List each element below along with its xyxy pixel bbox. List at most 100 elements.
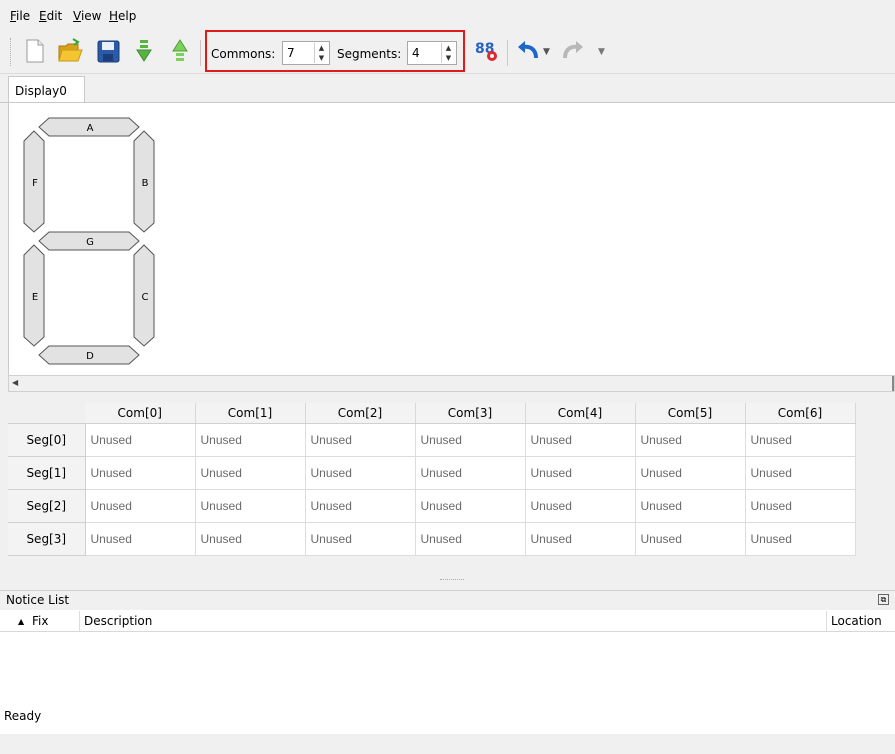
header-row: Com[0] Com[1] Com[2] Com[3] Com[4] Com[5… xyxy=(8,403,856,424)
segment-label-e: E xyxy=(32,292,38,303)
sort-ascending-icon[interactable]: ▲ xyxy=(18,617,24,626)
export-up-icon[interactable] xyxy=(166,37,194,65)
redo-icon[interactable] xyxy=(559,37,587,65)
table-row: Seg[2] Unused Unused Unused Unused Unuse… xyxy=(8,488,856,523)
toolbar-separator xyxy=(507,40,508,66)
table-row: Seg[3] Unused Unused Unused Unused Unuse… xyxy=(8,521,856,556)
display-canvas[interactable]: A B F G C E D xyxy=(8,103,895,375)
undo-icon[interactable] xyxy=(514,37,542,65)
table-cell[interactable]: Unused xyxy=(524,455,636,490)
table-cell[interactable]: Unused xyxy=(84,422,196,457)
segments-label: Segments: xyxy=(337,47,402,61)
table-row: Seg[0] Unused Unused Unused Unused Unuse… xyxy=(8,422,856,457)
notice-list-body[interactable] xyxy=(0,632,895,735)
table-cell[interactable]: Unused xyxy=(194,455,306,490)
table-cell[interactable]: Unused xyxy=(744,521,856,556)
row-header[interactable]: Seg[2] xyxy=(8,489,86,523)
col-header[interactable]: Com[4] xyxy=(525,403,636,424)
column-divider[interactable] xyxy=(826,611,827,631)
table-cell[interactable]: Unused xyxy=(84,488,196,523)
corner-cell[interactable] xyxy=(8,403,85,424)
segment-label-c: C xyxy=(142,292,149,303)
configure-icon[interactable]: 88 xyxy=(473,37,501,65)
new-file-icon[interactable] xyxy=(20,37,48,65)
toolbar-separator xyxy=(200,40,201,66)
segments-value[interactable]: 4 xyxy=(412,46,420,60)
table-cell[interactable]: Unused xyxy=(304,455,416,490)
table-cell[interactable]: Unused xyxy=(84,521,196,556)
table-cell[interactable]: Unused xyxy=(744,455,856,490)
table-cell[interactable]: Unused xyxy=(414,521,526,556)
segment-label-d: D xyxy=(86,351,94,362)
commons-value[interactable]: 7 xyxy=(287,46,295,60)
redo-dropdown-icon[interactable]: ▼ xyxy=(598,47,605,57)
notice-list-title: Notice List xyxy=(6,593,70,607)
col-header[interactable]: Com[1] xyxy=(195,403,306,424)
segment-label-f: F xyxy=(32,178,38,189)
row-header[interactable]: Seg[1] xyxy=(8,456,86,490)
col-header[interactable]: Com[3] xyxy=(415,403,526,424)
menu-view[interactable]: View xyxy=(73,9,101,23)
scroll-left-icon[interactable]: ◀ xyxy=(12,378,18,387)
table-cell[interactable]: Unused xyxy=(304,488,416,523)
table-cell[interactable]: Unused xyxy=(744,422,856,457)
scroll-track-end xyxy=(892,376,894,391)
col-header[interactable]: Com[6] xyxy=(745,403,856,424)
menu-help[interactable]: Help xyxy=(109,9,136,23)
menu-file[interactable]: File xyxy=(10,9,30,23)
segments-spin-arrows[interactable]: ▲ ▼ xyxy=(441,43,455,63)
col-header[interactable]: Com[0] xyxy=(85,403,196,424)
import-down-icon[interactable] xyxy=(130,37,158,65)
segment-grid: Com[0] Com[1] Com[2] Com[3] Com[4] Com[5… xyxy=(0,401,895,582)
col-description[interactable]: Description xyxy=(84,614,152,628)
table-cell[interactable]: Unused xyxy=(84,455,196,490)
notice-list-header xyxy=(0,590,895,610)
table-cell[interactable]: Unused xyxy=(414,455,526,490)
segments-spinbox[interactable]: 4 ▲ ▼ xyxy=(407,41,457,65)
table-cell[interactable]: Unused xyxy=(524,521,636,556)
splitter[interactable] xyxy=(0,393,895,401)
segment-label-b: B xyxy=(142,178,149,189)
table-cell[interactable]: Unused xyxy=(634,488,746,523)
menu-edit[interactable]: Edit xyxy=(39,9,62,23)
toolbar-grip[interactable] xyxy=(10,38,12,66)
col-location[interactable]: Location xyxy=(831,614,882,628)
table-cell[interactable]: Unused xyxy=(304,422,416,457)
table-cell[interactable]: Unused xyxy=(414,488,526,523)
col-fix[interactable]: Fix xyxy=(32,614,48,628)
commons-label: Commons: xyxy=(211,47,276,61)
column-divider[interactable] xyxy=(79,611,80,631)
commons-spinbox[interactable]: 7 ▲ ▼ xyxy=(282,41,330,65)
commons-spin-arrows[interactable]: ▲ ▼ xyxy=(314,43,328,63)
open-folder-icon[interactable] xyxy=(56,37,84,65)
tab-display0[interactable]: Display0 xyxy=(8,76,85,103)
table-cell[interactable]: Unused xyxy=(524,422,636,457)
float-panel-icon[interactable]: ⧉ xyxy=(878,594,889,605)
col-header[interactable]: Com[5] xyxy=(635,403,746,424)
save-icon[interactable] xyxy=(94,37,122,65)
horizontal-scrollbar[interactable]: ◀ xyxy=(8,375,895,392)
table-cell[interactable]: Unused xyxy=(194,488,306,523)
segment-label-g: G xyxy=(86,237,94,248)
mapping-table: Com[0] Com[1] Com[2] Com[3] Com[4] Com[5… xyxy=(8,403,856,556)
table-cell[interactable]: Unused xyxy=(744,488,856,523)
status-text: Ready xyxy=(4,709,42,723)
table-cell[interactable]: Unused xyxy=(414,422,526,457)
undo-dropdown-icon[interactable]: ▼ xyxy=(543,47,550,57)
table-cell[interactable]: Unused xyxy=(194,521,306,556)
seven-segment-display: A B F G C E D xyxy=(23,117,155,365)
row-header[interactable]: Seg[3] xyxy=(8,522,86,556)
table-row: Seg[1] Unused Unused Unused Unused Unuse… xyxy=(8,455,856,490)
row-header[interactable]: Seg[0] xyxy=(8,423,86,457)
splitter-grip[interactable] xyxy=(440,579,464,581)
status-bar xyxy=(0,734,895,754)
table-cell[interactable]: Unused xyxy=(634,422,746,457)
table-cell[interactable]: Unused xyxy=(304,521,416,556)
table-cell[interactable]: Unused xyxy=(634,521,746,556)
segment-label-a: A xyxy=(87,123,94,134)
table-cell[interactable]: Unused xyxy=(524,488,636,523)
table-cell[interactable]: Unused xyxy=(634,455,746,490)
menu-bar: File Edit View Help xyxy=(0,0,895,28)
col-header[interactable]: Com[2] xyxy=(305,403,416,424)
table-cell[interactable]: Unused xyxy=(194,422,306,457)
